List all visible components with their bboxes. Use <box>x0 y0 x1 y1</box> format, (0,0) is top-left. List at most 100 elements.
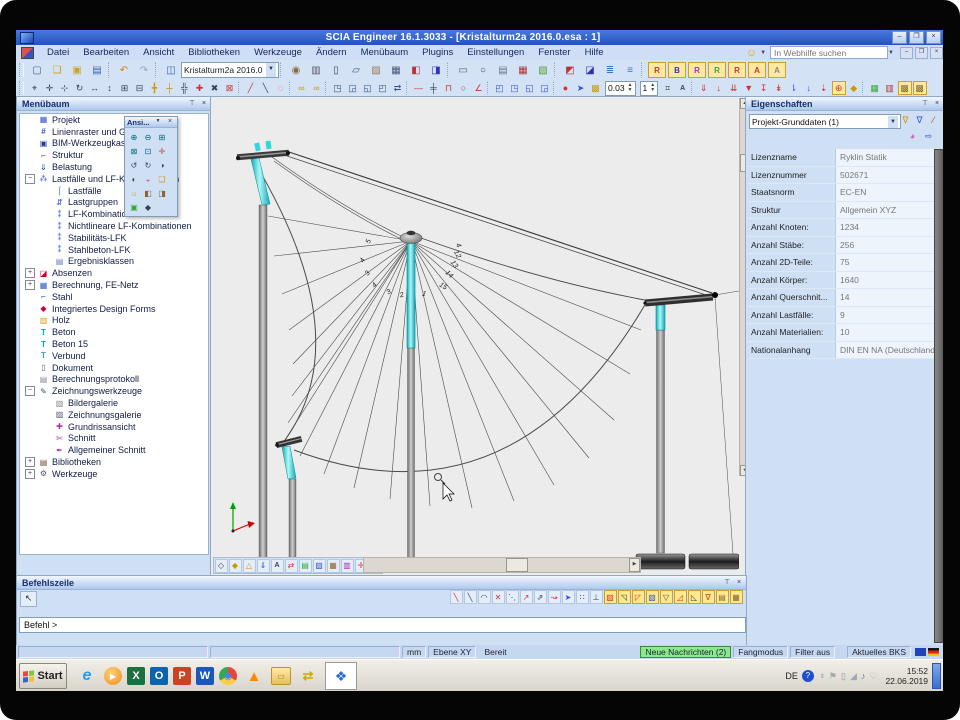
tree-expand-icon[interactable] <box>41 221 51 231</box>
tree-belastung[interactable]: ⇓ Belastung <box>20 161 208 173</box>
snap-point-icon[interactable]: ⋱ <box>506 590 519 604</box>
tree-beton[interactable]: T Beton <box>20 326 208 338</box>
menu-einstellungen[interactable]: Einstellungen <box>460 47 531 58</box>
vector2-icon[interactable]: ⇗ <box>534 590 547 604</box>
tree-expand-icon[interactable] <box>41 445 51 455</box>
moment-load-icon[interactable]: ↧ <box>757 81 771 95</box>
array-copy-icon[interactable]: ◲ <box>346 81 360 95</box>
hscroll-thumb[interactable] <box>506 558 528 572</box>
quick-filter-icon[interactable]: ∇ <box>913 114 926 127</box>
tree-berechnung[interactable]: + ▦ Berechnung, FE-Netz <box>20 279 208 291</box>
project-selector-combo[interactable]: Kristalturm2a 2016.0 ▼ <box>181 62 279 78</box>
load-arrow-icon[interactable]: ◆ <box>847 81 861 95</box>
cursor-mode-icon[interactable]: ↖ <box>20 591 37 607</box>
draw-line-icon[interactable]: — <box>412 81 426 95</box>
toolbar-handle[interactable] <box>19 63 24 77</box>
tray-volume-icon[interactable]: ♪ <box>861 671 866 681</box>
draw-arc-icon[interactable]: ◠ <box>478 590 491 604</box>
tree-expand-icon[interactable] <box>41 256 51 266</box>
show-loads-icon[interactable]: ⇓ <box>257 559 270 573</box>
show-desktop-button[interactable] <box>932 663 941 689</box>
status-unit[interactable]: mm <box>402 646 426 658</box>
tree-werkzeuge[interactable]: + ⚙ Werkzeuge <box>20 468 208 480</box>
zoom-selection-icon[interactable]: ⊡ <box>142 145 154 157</box>
load-panel-icon[interactable]: ⇣ <box>817 81 831 95</box>
start-button[interactable]: Start <box>19 663 67 689</box>
intersect-icon[interactable]: ┼ <box>163 81 177 95</box>
line-grid-icon[interactable]: ⊥ <box>590 590 603 604</box>
property-row[interactable]: Anzahl Materialien: 10 <box>748 324 934 342</box>
tree-lastfaelle[interactable]: ⌠ Lastfälle <box>20 185 208 197</box>
tree-bibliotheken[interactable]: + ▤ Bibliotheken <box>20 456 208 468</box>
structure-3d-view[interactable] <box>212 98 739 573</box>
snap-center-icon[interactable]: ▽ <box>660 590 673 604</box>
scale-spinner[interactable]: 0.03 ▲▼ <box>605 81 636 96</box>
tree-zeichnungsgalerie[interactable]: ▨ Zeichnungsgalerie <box>20 409 208 421</box>
join-icon[interactable]: ⊟ <box>133 81 147 95</box>
taskbar-sync-icon[interactable]: ⇄ <box>296 664 320 688</box>
add-node-icon[interactable]: ✛ <box>43 81 57 95</box>
spinner-arrows-icon[interactable]: ▲▼ <box>650 83 655 93</box>
draw-circle-icon[interactable]: ○ <box>457 81 471 95</box>
tree-nichtlineare-lfk[interactable]: ⁑ Nichtlineare LF-Kombinationen <box>20 220 208 232</box>
taskbar-word-icon[interactable]: W <box>196 667 214 685</box>
pie-chart-icon[interactable]: ◕ <box>906 130 919 143</box>
minimize-button[interactable]: – <box>892 31 907 44</box>
tree-verbund[interactable]: T Verbund <box>20 350 208 362</box>
tray-flag-icon[interactable]: ⚑ <box>829 671 837 682</box>
tree-expand-icon[interactable] <box>25 304 35 314</box>
image-icon[interactable]: ▧ <box>534 62 552 78</box>
tree-expand-icon[interactable] <box>25 115 35 125</box>
status-plane[interactable]: Ebene XY <box>428 646 476 658</box>
align-icon[interactable]: ✖ <box>208 81 222 95</box>
tree-expand-icon[interactable] <box>25 374 35 384</box>
language-indicator[interactable]: DE <box>785 671 798 681</box>
tree-expand-icon[interactable] <box>41 209 51 219</box>
befehlszeile-header[interactable]: Befehlszeile ⊤ × <box>17 576 746 590</box>
window3-icon[interactable]: ◱ <box>523 81 537 95</box>
tree-projekt[interactable]: ▦ Projekt <box>20 114 208 126</box>
window-layout-icon[interactable]: ◫ <box>162 62 180 78</box>
tree-expand-icon[interactable] <box>25 292 35 302</box>
zoom-next-icon[interactable]: ◐ <box>128 173 140 185</box>
export-icon[interactable]: ▱ <box>347 62 365 78</box>
tree-expand-icon[interactable] <box>25 127 35 137</box>
status-bks[interactable]: Aktuelles BKS <box>847 646 911 658</box>
layer-manager-icon[interactable]: ▩ <box>898 81 912 95</box>
cut-icon[interactable]: ⊠ <box>223 81 237 95</box>
status-snap-mode[interactable]: Fangmodus <box>733 646 788 658</box>
close-project-icon[interactable]: ▣ <box>68 62 86 78</box>
link-blue-icon[interactable]: ◨ <box>427 62 445 78</box>
tree-linienraster[interactable]: # Linienraster und Geschosse <box>20 126 208 138</box>
property-object-selector[interactable]: Projekt-Grunddaten (1) ▼ <box>749 114 901 129</box>
move-node-icon[interactable]: ⌖ <box>28 81 42 95</box>
window4-icon[interactable]: ◲ <box>538 81 552 95</box>
help-icon[interactable]: ? <box>802 670 814 682</box>
tree-expand-icon[interactable] <box>41 197 51 207</box>
tree-lastgruppen[interactable]: ⇵ Lastgruppen <box>20 197 208 209</box>
mirror-icon[interactable]: ╬ <box>178 81 192 95</box>
menu-plugins[interactable]: Plugins <box>415 47 460 58</box>
status-messages[interactable]: Neue Nachrichten (2) <box>640 646 731 658</box>
menu-datei[interactable]: Datei <box>40 47 76 58</box>
print-data-icon[interactable]: ▥ <box>307 62 325 78</box>
close-icon[interactable]: × <box>199 99 209 109</box>
palette-header[interactable]: Ansi... ▼ × <box>125 117 177 128</box>
tree-lastfaelle-lfk[interactable]: − ⁂ Lastfälle und LF-Kombinationen <box>20 173 208 185</box>
deselect-icon[interactable]: ◌ <box>274 81 288 95</box>
show-labels-icon[interactable]: A <box>271 559 284 573</box>
tree-expand-icon[interactable] <box>25 162 35 172</box>
taskbar-scia-icon[interactable]: ❖ <box>325 662 357 690</box>
report-icon[interactable]: ▤ <box>494 62 512 78</box>
calc-red-icon[interactable]: ◩ <box>561 62 579 78</box>
printer-icon[interactable]: ▭ <box>454 62 472 78</box>
tree-berechnungsprotokoll[interactable]: ▤ Berechnungsprotokoll <box>20 374 208 386</box>
taskbar-ie-icon[interactable]: e <box>75 664 99 688</box>
snap-intersection-icon[interactable]: ◸ <box>632 590 645 604</box>
property-row[interactable]: Anzahl Körper: 1640 <box>748 272 934 290</box>
gallery-icon[interactable]: ▦ <box>387 62 405 78</box>
snap-ortho-icon[interactable]: ▧ <box>646 590 659 604</box>
hide-surface-icon[interactable]: ◧ <box>142 187 154 199</box>
property-row[interactable]: Anzahl Knoten: 1234 <box>748 219 934 237</box>
arc-arrow-icon[interactable]: ↝ <box>548 590 561 604</box>
